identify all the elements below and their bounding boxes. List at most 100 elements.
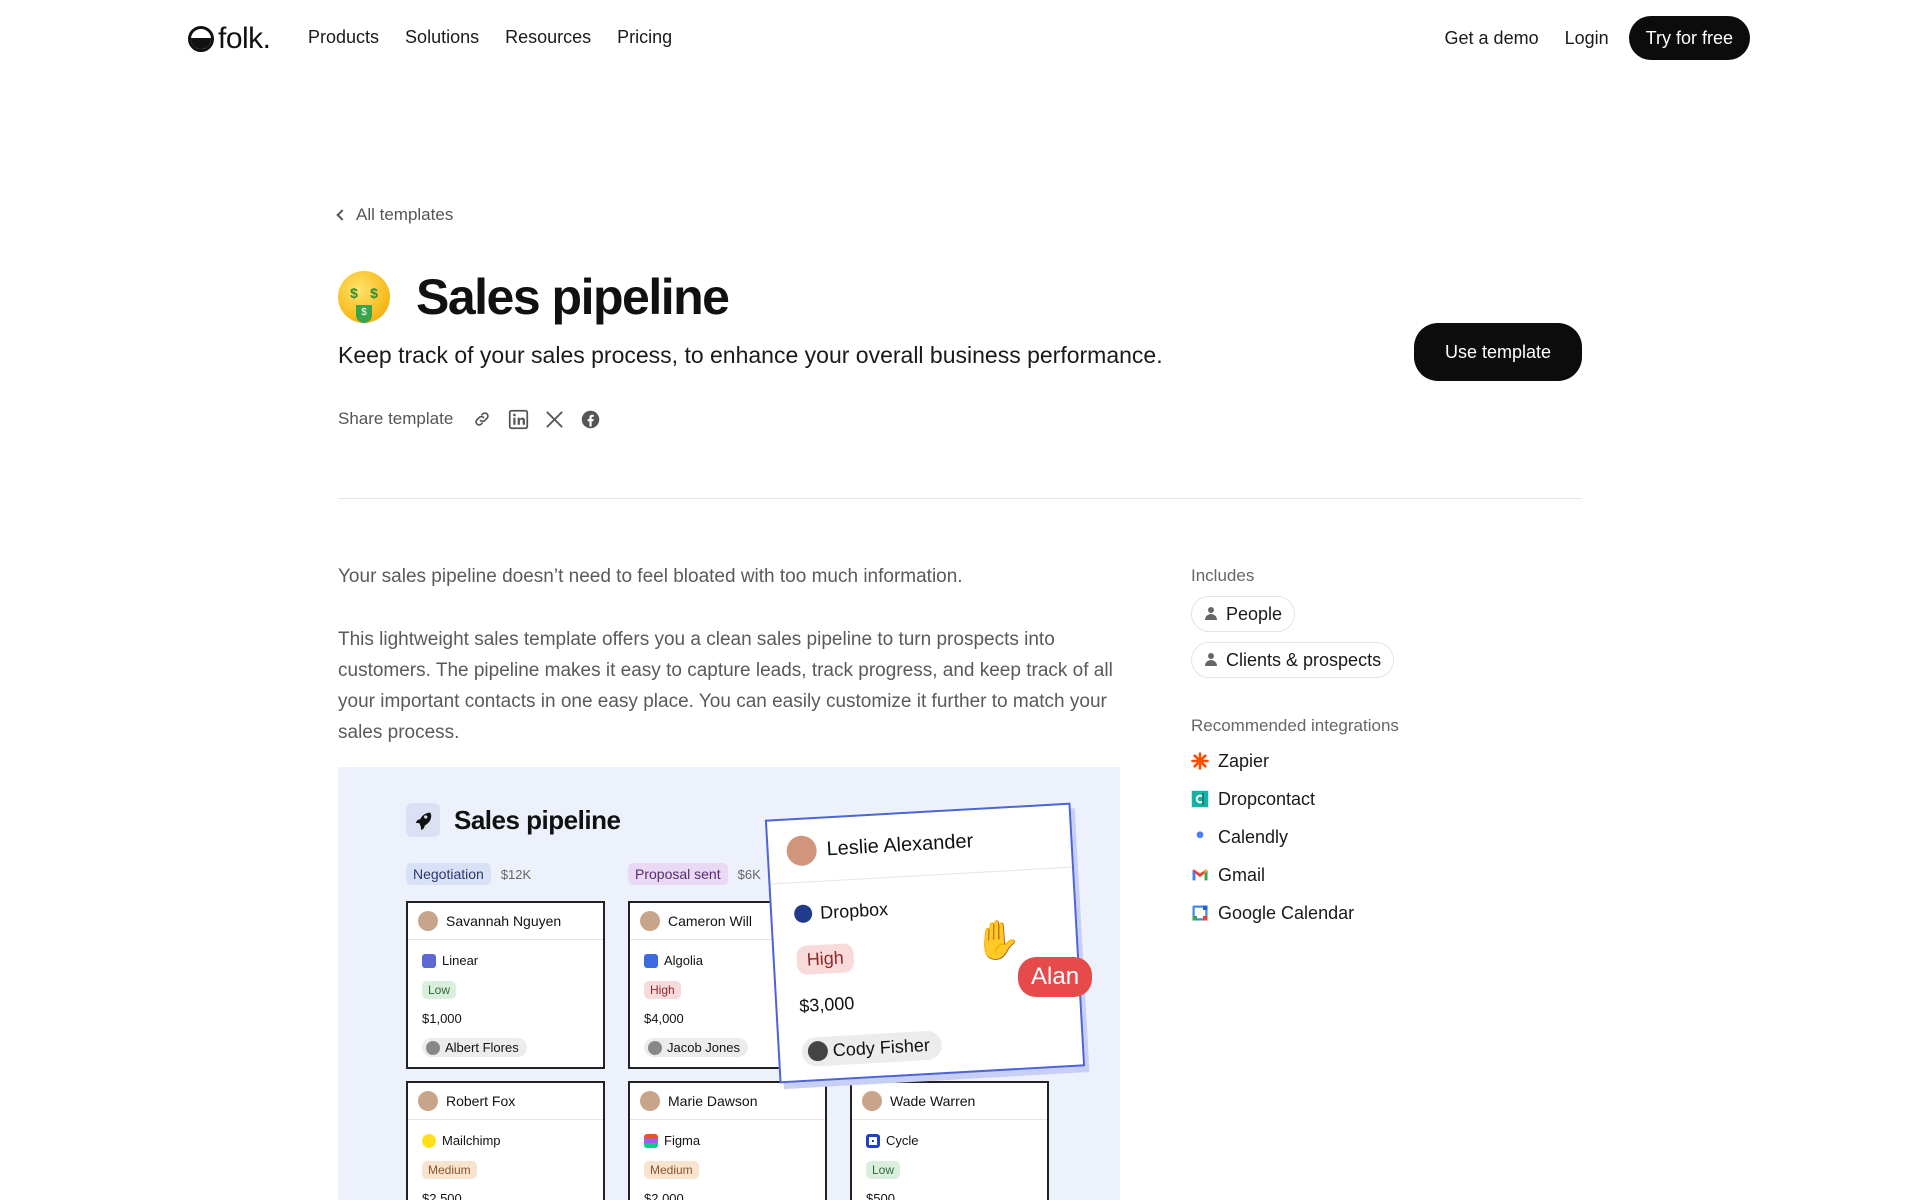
avatar <box>785 834 818 867</box>
money-mouth-face-icon: $ $ $ <box>338 271 390 323</box>
google-calendar-icon <box>1191 904 1209 922</box>
gmail-icon <box>1191 866 1209 884</box>
include-chip-people[interactable]: People <box>1191 596 1296 632</box>
all-templates-link[interactable]: All templates <box>336 205 454 225</box>
person-icon <box>1204 607 1218 621</box>
includes-heading: Includes <box>1191 566 1255 585</box>
integration-label: Google Calendar <box>1218 902 1355 923</box>
deal-contact: Cameron Will <box>668 913 753 929</box>
template-preview: Sales pipeline Negotiation $12K Proposal… <box>338 767 1120 1200</box>
column-header-negotiation: Negotiation $12K <box>406 863 531 885</box>
integration-label: Calendly <box>1218 826 1289 847</box>
integration-google-calendar[interactable]: Google Calendar <box>1191 894 1551 932</box>
deal-owner: Jacob Jones <box>644 1038 748 1057</box>
integration-calendly[interactable]: Calendly <box>1191 818 1551 856</box>
deal-value: $2,000 <box>644 1191 684 1200</box>
integration-dropcontact[interactable]: Dropcontact <box>1191 780 1551 818</box>
template-sidebar: Includes People Clients & prospects Reco… <box>1191 566 1551 932</box>
integrations-list: Zapier Dropcontact Calendly Gmail Google… <box>1191 742 1551 932</box>
deal-card[interactable]: Savannah Nguyen Linear Low $1,000 Albert… <box>406 901 605 1069</box>
deal-contact: Leslie Alexander <box>825 829 974 860</box>
deal-card[interactable]: Robert Fox Mailchimp Medium $2,500 <box>406 1081 605 1200</box>
calendly-icon <box>1191 828 1209 846</box>
column-header-proposal-sent: Proposal sent $6K <box>628 863 761 885</box>
intro-text: Your sales pipeline doesn’t need to feel… <box>338 566 963 587</box>
deal-contact: Savannah Nguyen <box>446 913 562 929</box>
avatar <box>862 1091 882 1111</box>
login-link[interactable]: Login <box>1565 28 1609 49</box>
get-demo-link[interactable]: Get a demo <box>1445 28 1539 49</box>
avatar <box>807 1040 829 1062</box>
integrations-heading: Recommended integrations <box>1191 716 1399 735</box>
use-template-button[interactable]: Use template <box>1414 323 1582 381</box>
dragged-deal-card[interactable]: Leslie Alexander Dropbox High $3,000 Cod… <box>764 802 1086 1084</box>
grab-hand-icon: ✋ <box>974 920 1022 962</box>
nav-pricing[interactable]: Pricing <box>617 27 672 48</box>
deal-company: Algolia <box>664 953 704 968</box>
priority-badge: Low <box>422 980 457 999</box>
deal-value: $500 <box>866 1191 895 1200</box>
x-twitter-icon[interactable] <box>543 408 565 430</box>
nav-products[interactable]: Products <box>308 27 379 48</box>
deal-company: Dropbox <box>819 898 889 923</box>
try-for-free-button[interactable]: Try for free <box>1628 16 1750 60</box>
deal-company: Linear <box>442 953 479 968</box>
deal-contact: Robert Fox <box>446 1093 516 1109</box>
priority-badge: Medium <box>644 1160 699 1179</box>
dropbox-icon <box>793 904 813 924</box>
includes-list: People Clients & prospects <box>1191 586 1551 678</box>
share-template: Share template <box>338 408 601 430</box>
stage-amount: $12K <box>500 866 532 882</box>
linkedin-icon[interactable] <box>507 408 529 430</box>
deal-owner: Cody Fisher <box>801 1029 943 1067</box>
include-chip-clients-prospects[interactable]: Clients & prospects <box>1191 642 1395 678</box>
avatar <box>418 911 438 931</box>
facebook-icon[interactable] <box>579 408 601 430</box>
deal-company: Figma <box>664 1133 701 1148</box>
page-title: Sales pipeline <box>416 269 730 325</box>
header-divider <box>338 498 1582 499</box>
zapier-icon <box>1191 752 1209 770</box>
integration-gmail[interactable]: Gmail <box>1191 856 1551 894</box>
preview-title-text: Sales pipeline <box>454 804 621 835</box>
logo-text: folk. <box>218 22 271 55</box>
nav-resources[interactable]: Resources <box>505 27 591 48</box>
integration-label: Dropcontact <box>1218 788 1316 809</box>
preview-title: Sales pipeline <box>406 803 621 837</box>
priority-badge: High <box>795 942 855 975</box>
avatar <box>640 911 660 931</box>
stage-label: Proposal sent <box>628 863 728 885</box>
deal-owner: Albert Flores <box>422 1038 527 1057</box>
deal-card[interactable]: Wade Warren Cycle Low $500 <box>850 1081 1049 1200</box>
deal-value: $1,000 <box>422 1011 462 1026</box>
deal-contact: Marie Dawson <box>668 1093 758 1109</box>
avatar <box>648 1040 662 1055</box>
top-nav: folk. Products Solutions Resources Prici… <box>0 0 1920 76</box>
chevron-left-icon <box>336 209 348 221</box>
integration-label: Zapier <box>1218 750 1270 771</box>
folk-logo-icon <box>188 26 214 52</box>
deal-card[interactable]: Marie Dawson Figma Medium $2,000 <box>628 1081 827 1200</box>
deal-value: $2,500 <box>422 1191 462 1200</box>
stage-label: Negotiation <box>406 863 491 885</box>
deal-owner-name: Cody Fisher <box>832 1034 931 1060</box>
folk-logo[interactable]: folk. <box>188 22 271 56</box>
deal-contact: Wade Warren <box>890 1093 976 1109</box>
mailchimp-icon <box>422 1133 436 1148</box>
title-row: $ $ $ Sales pipeline <box>338 268 730 326</box>
avatar <box>426 1040 440 1055</box>
collaborator-cursor-label: Alan <box>1018 957 1093 997</box>
integration-zapier[interactable]: Zapier <box>1191 742 1551 780</box>
deal-value: $3,000 <box>798 992 855 1016</box>
description-text: This lightweight sales template offers y… <box>338 629 1113 743</box>
chip-label: People <box>1226 603 1283 624</box>
nav-actions: Get a demo Login Try for free <box>1445 16 1750 60</box>
nav-solutions[interactable]: Solutions <box>405 27 479 48</box>
avatar <box>640 1091 660 1111</box>
algolia-icon <box>644 953 658 968</box>
priority-badge: Medium <box>422 1160 477 1179</box>
chip-label: Clients & prospects <box>1226 649 1382 670</box>
all-templates-label: All templates <box>356 205 454 224</box>
link-icon[interactable] <box>471 408 493 430</box>
figma-icon <box>644 1133 658 1148</box>
